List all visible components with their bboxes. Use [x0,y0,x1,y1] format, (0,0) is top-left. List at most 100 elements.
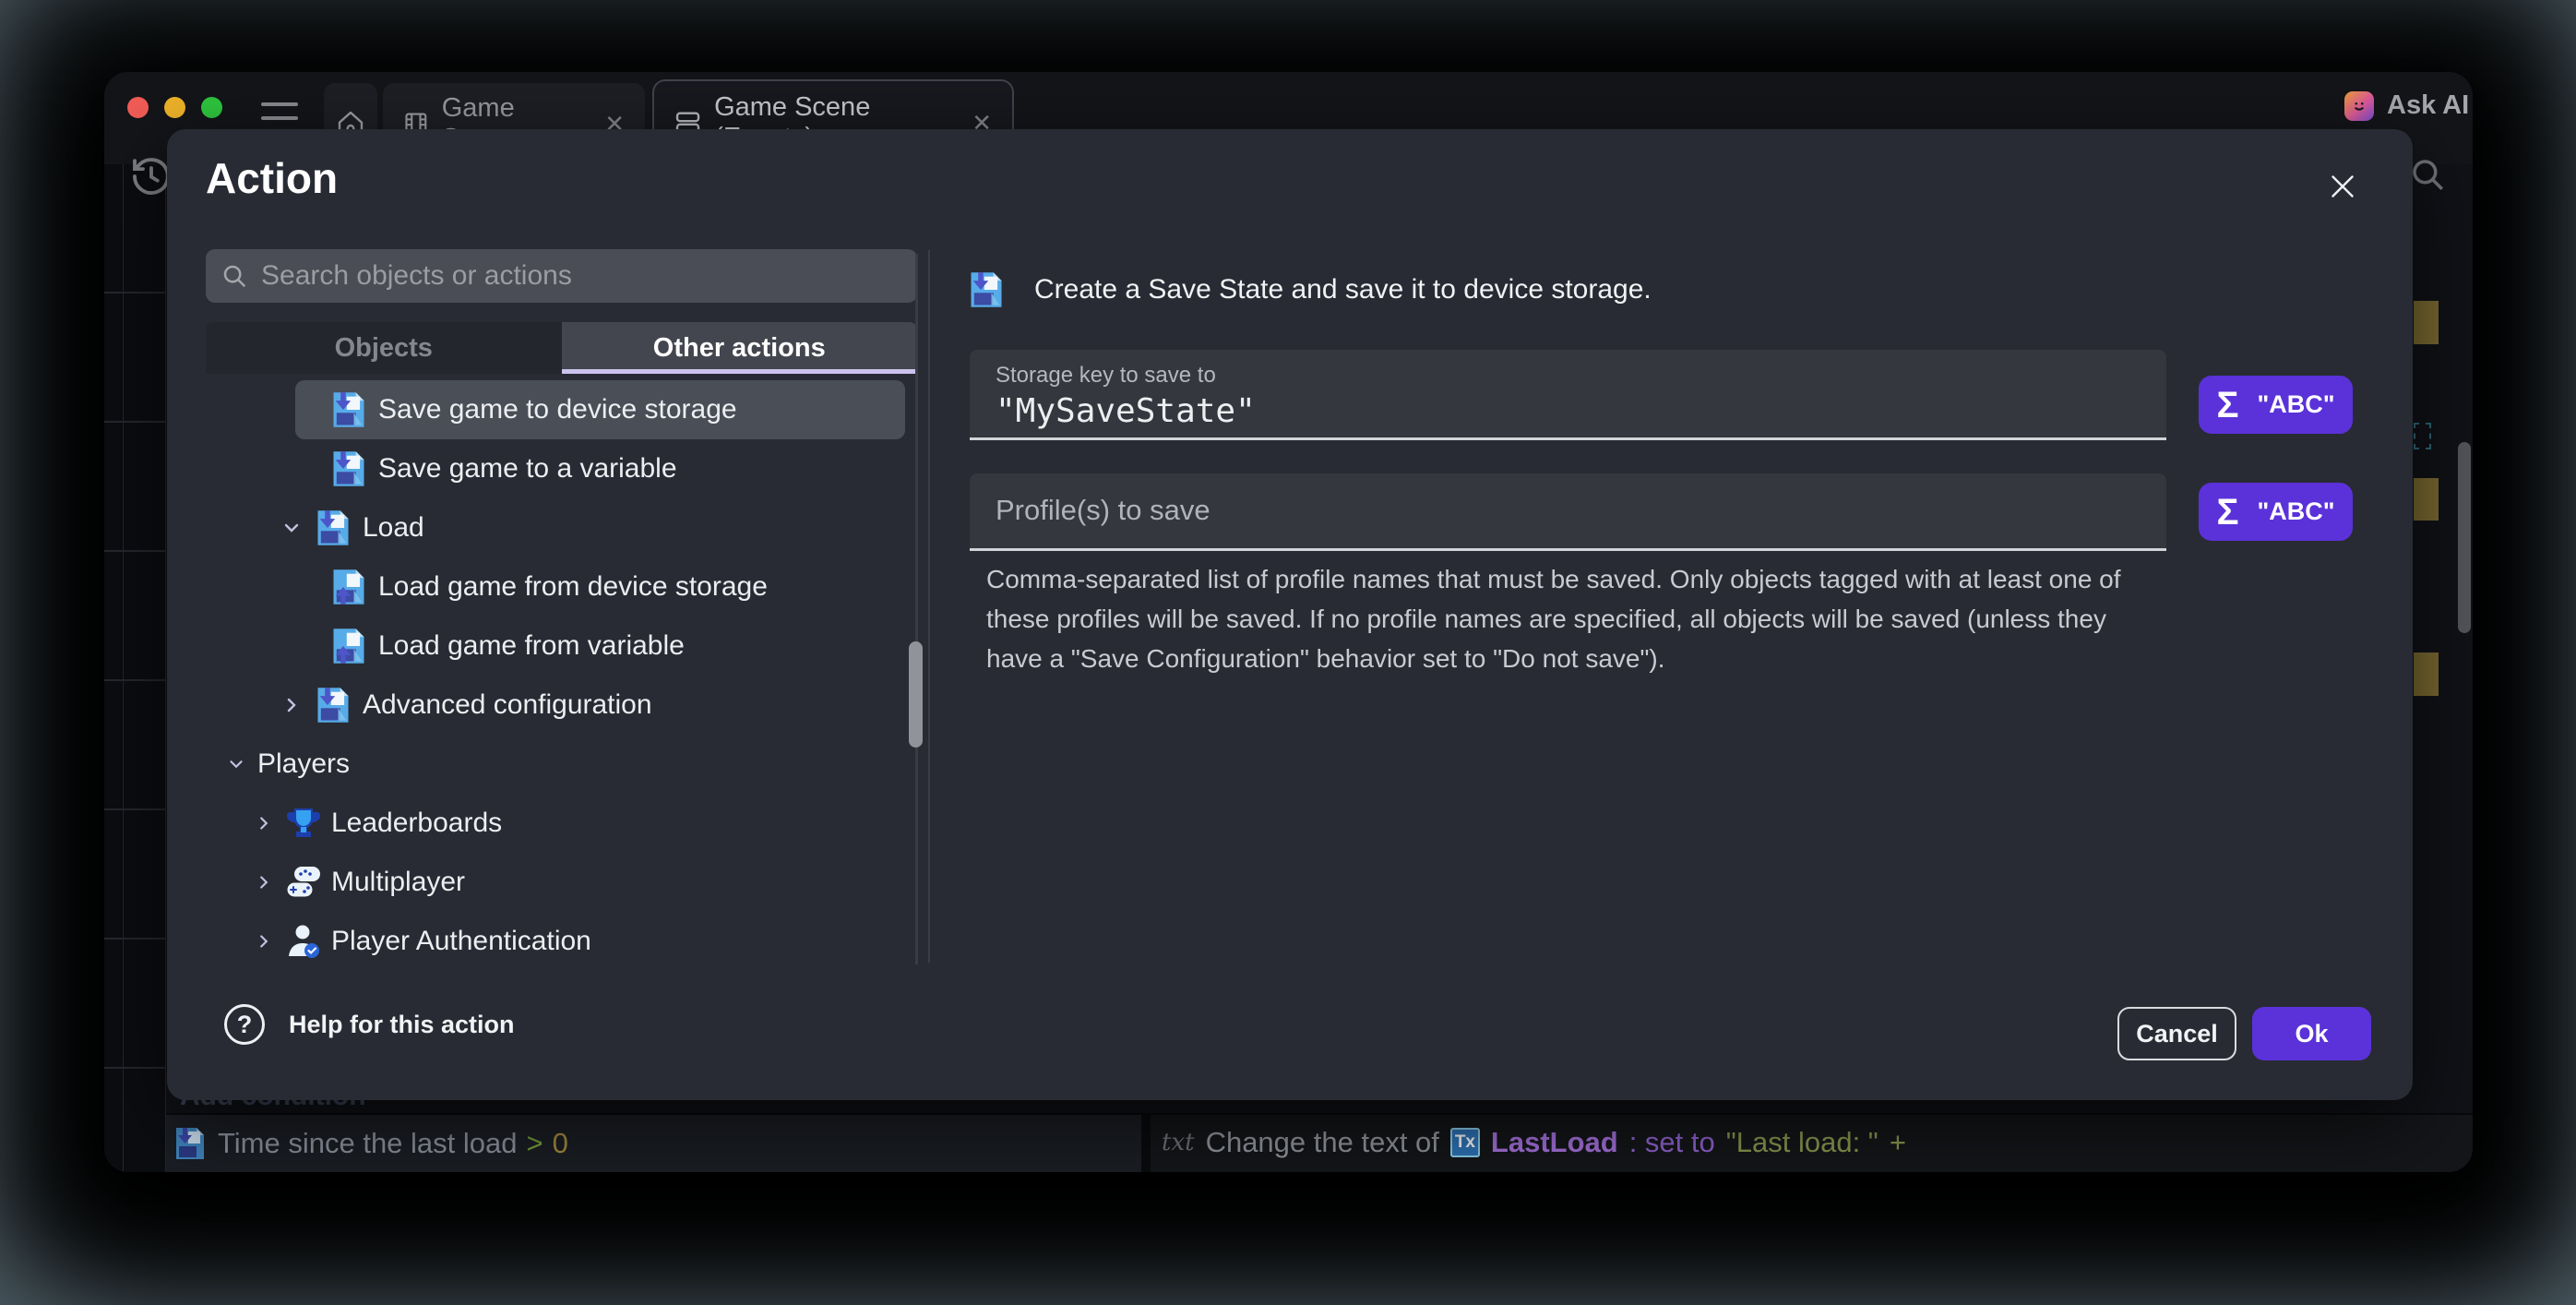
events-sheet-left-margin [104,164,166,1172]
event-action-row[interactable]: txt Change the text of Tx LastLoad : set … [1151,1113,2473,1172]
profiles-input[interactable] [996,494,2103,527]
text-object-icon: Tx [1450,1128,1480,1157]
list-item-load-game-device[interactable]: Load game from device storage [295,557,905,617]
events-search-icon[interactable] [2408,155,2447,198]
events-scrollbar-thumb[interactable] [2458,442,2471,633]
list-item-save-game-variable[interactable]: Save game to a variable [295,439,905,498]
list-item-label: Advanced configuration [363,689,652,721]
storage-key-field[interactable]: Storage key to save to [970,350,2166,440]
save-icon [313,508,353,548]
screenshot-stage: Game Scene ✕ Game Scene (Events) ✕ Ask A… [0,0,2576,1305]
event-value-bar [2414,301,2439,344]
sigma-icon: Σ [2216,494,2238,531]
event-condition-row[interactable]: Time since the last load > 0 [166,1113,1141,1172]
action-description-header: Create a Save State and save it to devic… [966,269,1652,310]
expression-editor-button-profiles[interactable]: Σ "ABC" [2199,483,2353,541]
text-action-type-icon: txt [1162,1129,1195,1156]
action-plus: + [1890,1126,1906,1159]
actions-tree-list: Save game to device storage Save game to… [167,380,924,989]
action-prefix: Change the text of [1206,1126,1439,1159]
ask-ai-button[interactable]: Ask AI [2344,90,2469,121]
trophy-icon [285,805,322,842]
close-icon [2326,170,2359,203]
list-item-advanced-configuration[interactable]: Advanced configuration [270,676,905,735]
action-object: LastLoad [1491,1126,1618,1159]
gamepad-icon [285,864,322,901]
storage-key-input[interactable] [996,392,2103,430]
event-value-bar [2414,478,2439,521]
list-item-label: Load [363,512,424,544]
condition-operator: > [527,1127,543,1160]
dialog-close-button[interactable] [2322,166,2363,207]
dialog-title: Action [206,153,338,203]
close-window-button[interactable] [127,97,149,118]
events-sheet-margin-line [123,164,124,1172]
condition-text: Time since the last load [218,1127,518,1160]
chevron-down-icon [280,516,304,540]
tab-other-actions[interactable]: Other actions [562,322,918,374]
action-set-to: : set to [1629,1126,1715,1159]
chevron-down-icon [224,752,248,776]
action-description-text: Create a Save State and save it to devic… [1034,274,1652,305]
profiles-helper-text: Comma-separated list of profile names th… [986,559,2135,678]
ask-ai-label: Ask AI [2387,90,2469,121]
save-icon [966,269,1007,310]
cancel-button[interactable]: Cancel [2117,1007,2236,1060]
storage-key-label: Storage key to save to [996,363,1216,389]
profiles-field[interactable] [970,473,2166,551]
event-cell-divider [1141,1113,1151,1172]
search-icon [221,262,248,290]
save-icon [172,1125,209,1162]
help-for-action-link[interactable]: ? Help for this action [224,1004,515,1045]
list-item-load-game-variable[interactable]: Load game from variable [295,617,905,676]
list-item-label: Leaderboards [331,808,502,839]
person-icon [285,923,322,960]
abc-label: "ABC" [2257,497,2334,526]
save-icon [328,389,369,430]
zoom-window-button[interactable] [201,97,222,118]
action-string-value: "Last load: " [1726,1126,1878,1159]
chevron-right-icon [280,693,304,717]
action-dialog: Action Objects Other actions Save game t… [167,129,2413,1100]
event-value-bar [2414,652,2439,696]
action-line-1: txt Change the text of Tx LastLoad : set … [1162,1126,1906,1159]
action-search-field[interactable] [206,249,917,303]
help-icon: ? [224,1004,265,1045]
list-item-players[interactable]: Players [215,735,905,794]
list-item-label: Save game to a variable [378,453,677,485]
action-line-2: ToString(SaveState.TimeSinceLastLoad()) … [1162,1168,1763,1172]
list-item-label: Save game to device storage [378,394,737,425]
tab-objects[interactable]: Objects [206,322,562,374]
save-icon [328,449,369,489]
save-icon [313,685,353,725]
expression-editor-button-storage-key[interactable]: Σ "ABC" [2199,376,2353,434]
list-item-player-authentication[interactable]: Player Authentication [243,912,905,971]
list-scrollbar-track[interactable] [915,254,918,964]
ok-button[interactable]: Ok [2252,1007,2371,1060]
chevron-right-icon [252,929,276,953]
load-icon [328,626,369,666]
help-label: Help for this action [289,1011,515,1039]
list-item-label: Player Authentication [331,926,591,957]
list-scrollbar-thumb[interactable] [909,641,923,748]
list-item-save-game-device[interactable]: Save game to device storage [295,380,905,439]
chevron-right-icon [252,870,276,894]
event-drop-indicator [2414,423,2431,449]
list-item-label: Players [257,748,350,780]
minimize-window-button[interactable] [164,97,185,118]
list-item-label: Multiplayer [331,867,465,898]
list-item-label: Load game from variable [378,630,685,662]
abc-label: "ABC" [2257,390,2334,419]
action-dialog-tabs: Objects Other actions [206,322,917,374]
sigma-icon: Σ [2216,387,2238,424]
action-search-input[interactable] [261,260,902,292]
list-item-load-group[interactable]: Load [270,498,905,557]
ask-ai-robot-icon [2344,91,2374,121]
load-icon [328,567,369,607]
list-item-label: Load game from device storage [378,571,768,603]
traffic-lights [127,97,222,118]
chevron-right-icon [252,811,276,835]
list-item-leaderboards[interactable]: Leaderboards [243,794,905,853]
condition-value: 0 [553,1127,568,1160]
list-item-multiplayer[interactable]: Multiplayer [243,853,905,912]
